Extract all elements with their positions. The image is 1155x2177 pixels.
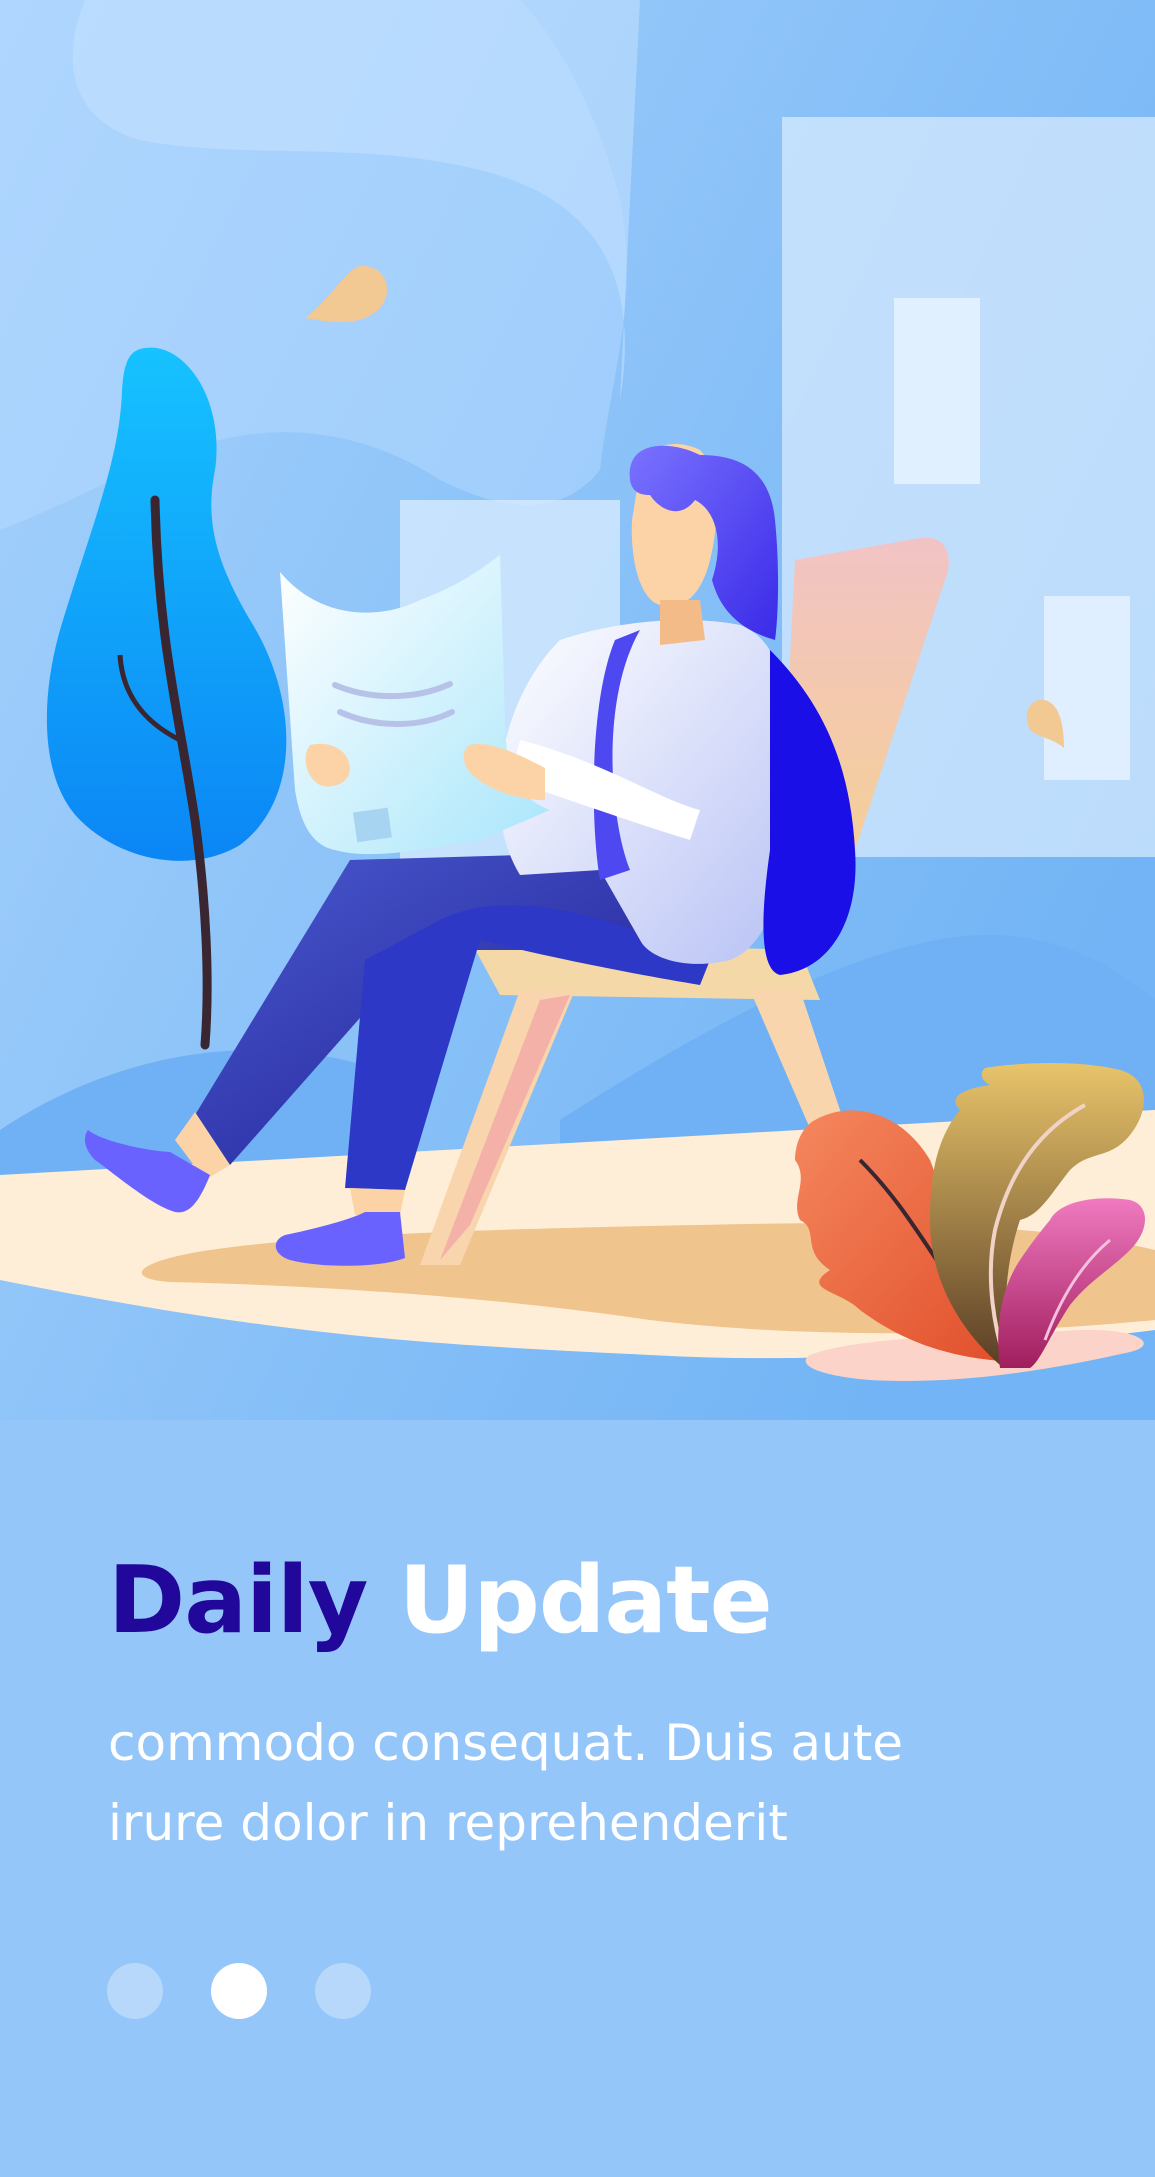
page-description: commodo consequat. Duis aute irure dolor… xyxy=(108,1703,1068,1863)
page-title: Daily Update xyxy=(108,1545,773,1655)
onboarding-screen: Daily Update commodo consequat. Duis aut… xyxy=(0,0,1155,2177)
pagination-dot-2[interactable] xyxy=(211,1963,267,2019)
onboarding-illustration xyxy=(0,0,1155,1420)
page-description-line: commodo consequat. Duis aute xyxy=(108,1714,904,1772)
page-title-main: Update xyxy=(398,1546,773,1654)
page-title-accent: Daily xyxy=(108,1546,368,1654)
pagination-dot-3[interactable] xyxy=(315,1963,371,2019)
pagination-dots xyxy=(107,1963,371,2019)
pagination-dot-1[interactable] xyxy=(107,1963,163,2019)
page-description-line: irure dolor in reprehenderit xyxy=(108,1794,788,1852)
